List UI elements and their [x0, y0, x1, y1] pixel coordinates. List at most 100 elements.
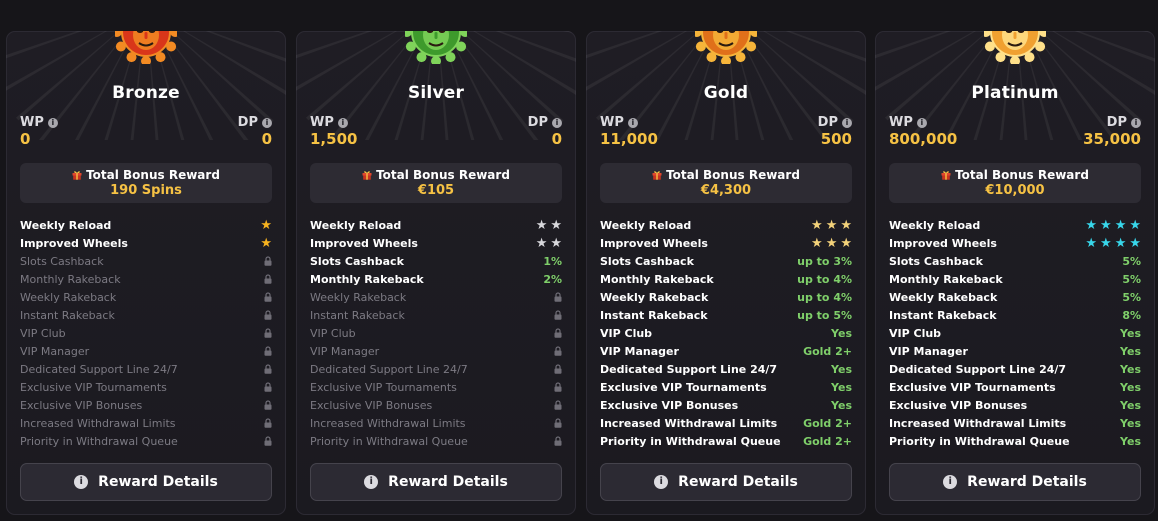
star-icon: ★: [1100, 217, 1112, 233]
feature-label: Increased Withdrawal Limits: [600, 416, 778, 430]
wp-info-icon[interactable]: i: [337, 117, 348, 128]
bonus-title-text: Total Bonus Reward: [86, 168, 220, 182]
feature-value: Gold 2+: [803, 434, 852, 448]
reward-details-button[interactable]: i Reward Details: [20, 463, 272, 501]
tier-mask-icon: [984, 31, 1046, 64]
star-icon: ★: [825, 217, 838, 233]
reward-details-button[interactable]: i Reward Details: [310, 463, 562, 501]
bonus-value: €105: [417, 183, 455, 198]
feature-label: Priority in Withdrawal Queue: [600, 434, 781, 448]
feature-label: Weekly Reload: [600, 218, 692, 232]
dp-info-icon[interactable]: i: [262, 117, 272, 128]
lock-icon: [264, 364, 272, 374]
feature-value: Yes: [1120, 380, 1141, 394]
bonus-title-text: Total Bonus Reward: [666, 168, 800, 182]
feature-label: Improved Wheels: [889, 236, 997, 250]
feature-row: Monthly Rakeback 5%: [889, 270, 1141, 288]
lock-icon: [264, 256, 272, 266]
feature-row: Slots Cashback 5%: [889, 252, 1141, 270]
feature-row: Instant Rakeback: [310, 306, 562, 324]
feature-label: Exclusive VIP Bonuses: [20, 398, 143, 412]
feature-row: Priority in Withdrawal Queue: [20, 432, 272, 450]
lock-icon: [554, 328, 562, 338]
star-icon: ★: [840, 217, 852, 233]
star-icon: ★: [550, 235, 562, 251]
tier-mask-icon: [695, 31, 757, 64]
feature-row: VIP Club Yes: [600, 324, 852, 342]
feature-row: Exclusive VIP Tournaments: [310, 378, 562, 396]
feature-row: Improved Wheels ★ ★ ★: [600, 234, 852, 252]
dp-value: 35,000: [1083, 130, 1141, 148]
feature-label: Weekly Reload: [889, 218, 981, 232]
feature-list: Weekly Reload ★ ★ ★ ★ Improved Wheels ★ ★ ★ ★ Slot…: [889, 216, 1141, 450]
star-icon: ★: [811, 217, 823, 233]
tier-card-platinum: Platinum WP i DP i 800,000 35,000 Total Bo…: [875, 31, 1155, 515]
lock-icon: [264, 436, 272, 446]
lock-icon: [264, 292, 272, 302]
feature-value: Yes: [1120, 326, 1141, 340]
feature-row: Increased Withdrawal Limits: [20, 414, 272, 432]
feature-row: Monthly Rakeback 2%: [310, 270, 562, 288]
wp-label-text: WP: [310, 115, 334, 130]
feature-row: Dedicated Support Line 24/7: [310, 360, 562, 378]
wp-info-icon[interactable]: i: [916, 117, 927, 128]
wp-label-text: WP: [20, 115, 44, 130]
feature-value: Yes: [831, 380, 852, 394]
tier-card-gold: Gold WP i DP i 11,000 500 Total Bonus Rewa…: [586, 31, 866, 515]
lock-icon: [554, 364, 562, 374]
feature-label: Priority in Withdrawal Queue: [889, 434, 1070, 448]
tier-name: Bronze: [112, 83, 180, 103]
feature-label: VIP Manager: [889, 344, 968, 358]
star-icon: ★: [550, 217, 562, 233]
wp-info-icon[interactable]: i: [627, 117, 638, 128]
feature-label: VIP Club: [310, 326, 356, 340]
gift-icon: [72, 171, 82, 180]
feature-label: Exclusive VIP Tournaments: [20, 380, 167, 394]
lock-icon: [264, 418, 272, 428]
lock-icon: [264, 346, 272, 356]
feature-label: Exclusive VIP Tournaments: [889, 380, 1056, 394]
total-bonus-box: Total Bonus Reward €105: [310, 163, 562, 203]
feature-value: up to 5%: [797, 308, 852, 322]
feature-label: VIP Club: [20, 326, 66, 340]
lock-icon: [264, 310, 272, 320]
feature-label: Slots Cashback: [20, 254, 104, 268]
wp-info-icon[interactable]: i: [47, 117, 58, 128]
lock-icon: [554, 436, 562, 446]
reward-details-button[interactable]: i Reward Details: [889, 463, 1141, 501]
wp-label: WP i: [600, 115, 638, 130]
feature-row: Instant Rakeback up to 5%: [600, 306, 852, 324]
gift-icon: [362, 171, 372, 180]
tier-name: Platinum: [971, 83, 1059, 103]
reward-details-label: Reward Details: [98, 474, 218, 490]
reward-details-label: Reward Details: [388, 474, 508, 490]
star-icon: ★: [1129, 235, 1141, 251]
feature-row: Dedicated Support Line 24/7 Yes: [600, 360, 852, 378]
feature-label: Monthly Rakeback: [889, 272, 1003, 286]
feature-label: Weekly Rakeback: [20, 290, 117, 304]
feature-value: Yes: [831, 398, 852, 412]
feature-label: Instant Rakeback: [889, 308, 997, 322]
feature-label: Exclusive VIP Bonuses: [310, 398, 433, 412]
feature-label: Priority in Withdrawal Queue: [20, 434, 178, 448]
feature-row: Weekly Reload ★: [20, 216, 272, 234]
dp-info-icon[interactable]: i: [842, 117, 852, 128]
feature-value: Yes: [1120, 362, 1141, 376]
reward-details-button[interactable]: i Reward Details: [600, 463, 852, 501]
feature-row: Increased Withdrawal Limits Gold 2+: [600, 414, 852, 432]
feature-list: Weekly Reload ★ ★ Improved Wheels ★ ★ Slots Ca…: [310, 216, 562, 450]
total-bonus-box: Total Bonus Reward €10,000: [889, 163, 1141, 203]
feature-label: Increased Withdrawal Limits: [889, 416, 1067, 430]
feature-row: Weekly Reload ★ ★ ★ ★: [889, 216, 1141, 234]
reward-details-label: Reward Details: [678, 474, 798, 490]
lock-icon: [554, 382, 562, 392]
dp-info-icon[interactable]: i: [552, 117, 562, 128]
dp-value: 0: [261, 130, 272, 148]
star-icon: ★: [1129, 217, 1141, 233]
feature-label: Instant Rakeback: [310, 308, 405, 322]
dp-info-icon[interactable]: i: [1131, 117, 1141, 128]
feature-label: Monthly Rakeback: [600, 272, 714, 286]
wp-value: 1,500: [310, 130, 358, 148]
tier-mask-icon: [115, 31, 177, 64]
feature-row: Exclusive VIP Tournaments: [20, 378, 272, 396]
